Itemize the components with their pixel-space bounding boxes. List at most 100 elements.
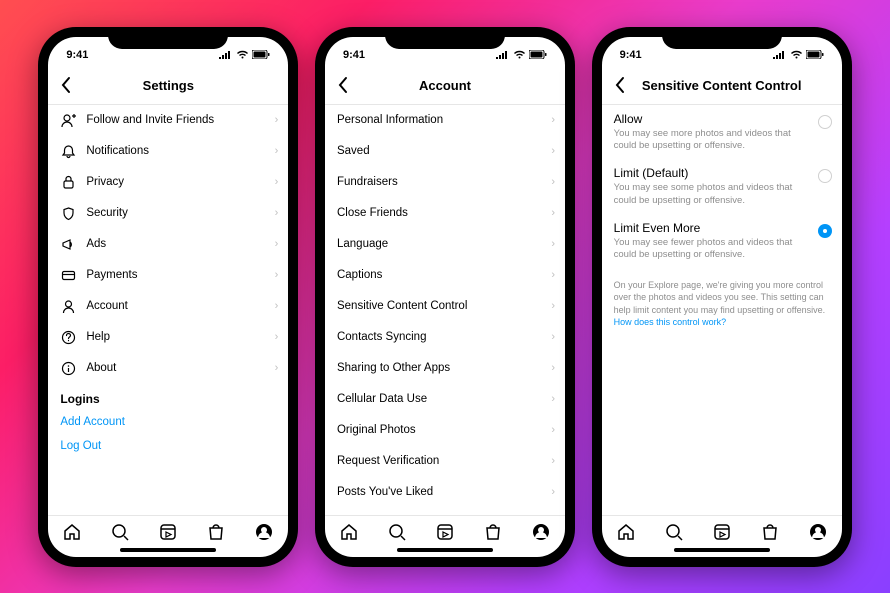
chevron-right-icon: ›	[275, 207, 279, 219]
chevron-right-icon: ›	[275, 300, 279, 312]
tab-shop[interactable]	[206, 522, 226, 542]
tab-search[interactable]	[664, 522, 684, 542]
tab-search[interactable]	[387, 522, 407, 542]
row-close-friends[interactable]: Close Friends›	[325, 198, 565, 229]
option-desc: You may see some photos and videos that …	[614, 182, 830, 207]
option-limit-more[interactable]: Limit Even More You may see fewer photos…	[602, 214, 842, 269]
row-request-verification[interactable]: Request Verification›	[325, 446, 565, 477]
signal-icon	[219, 50, 233, 59]
back-button[interactable]	[56, 72, 75, 98]
signal-icon	[773, 50, 787, 59]
explain-link[interactable]: How does this control work?	[614, 317, 727, 327]
chevron-right-icon: ›	[551, 424, 555, 436]
chevron-right-icon: ›	[551, 331, 555, 343]
notch	[385, 27, 505, 49]
home-indicator	[120, 548, 216, 552]
row-label: Follow and Invite Friends	[86, 114, 214, 126]
row-follow-invite[interactable]: Follow and Invite Friends ›	[48, 105, 288, 136]
battery-icon	[529, 50, 547, 59]
row-notifications[interactable]: Notifications ›	[48, 136, 288, 167]
chevron-right-icon: ›	[551, 176, 555, 188]
header: Sensitive Content Control	[602, 67, 842, 105]
row-captions[interactable]: Captions ›	[325, 260, 565, 291]
row-label: Cellular Data Use	[337, 393, 427, 405]
row-label: Request Verification	[337, 455, 439, 467]
row-contacts-syncing[interactable]: Contacts Syncing›	[325, 322, 565, 353]
phone-account: 9:41 Account Personal Information› Saved…	[315, 27, 575, 567]
row-sharing[interactable]: Sharing to Other Apps›	[325, 353, 565, 384]
tab-shop[interactable]	[483, 522, 503, 542]
signal-icon	[496, 50, 510, 59]
log-out-link[interactable]: Log Out	[48, 434, 288, 458]
row-payments[interactable]: Payments ›	[48, 260, 288, 291]
option-limit-default[interactable]: Limit (Default) You may see some photos …	[602, 159, 842, 214]
home-indicator	[674, 548, 770, 552]
tab-reels[interactable]	[158, 522, 178, 542]
row-label: Payments	[86, 269, 137, 281]
row-label: Security	[86, 207, 128, 219]
row-label: Saved	[337, 145, 370, 157]
radio-unselected[interactable]	[818, 169, 832, 183]
row-personal-info[interactable]: Personal Information ›	[325, 105, 565, 136]
shield-icon	[60, 206, 76, 221]
row-account[interactable]: Account ›	[48, 291, 288, 322]
chevron-right-icon: ›	[551, 393, 555, 405]
status-indicators	[773, 50, 824, 59]
back-button[interactable]	[333, 72, 352, 98]
notch	[662, 27, 782, 49]
row-label: Close Friends	[337, 207, 408, 219]
status-time: 9:41	[66, 49, 88, 61]
row-sensitive-content[interactable]: Sensitive Content Control›	[325, 291, 565, 322]
sensitive-options: Allow You may see more photos and videos…	[602, 105, 842, 515]
back-button[interactable]	[610, 72, 629, 98]
tab-home[interactable]	[616, 522, 636, 542]
megaphone-icon	[60, 237, 76, 252]
chevron-right-icon: ›	[275, 176, 279, 188]
option-desc: You may see fewer photos and videos that…	[614, 237, 830, 262]
tab-profile[interactable]	[808, 522, 828, 542]
row-help[interactable]: Help ›	[48, 322, 288, 353]
page-title: Account	[419, 78, 471, 93]
row-label: Fundraisers	[337, 176, 398, 188]
radio-selected[interactable]	[818, 224, 832, 238]
add-account-link[interactable]: Add Account	[48, 410, 288, 434]
settings-list: Follow and Invite Friends › Notification…	[48, 105, 288, 515]
header: Account	[325, 67, 565, 105]
option-allow[interactable]: Allow You may see more photos and videos…	[602, 105, 842, 160]
row-ads[interactable]: Ads ›	[48, 229, 288, 260]
status-time: 9:41	[620, 49, 642, 61]
account-list: Personal Information› Saved› Fundraisers…	[325, 105, 565, 515]
row-saved[interactable]: Saved›	[325, 136, 565, 167]
row-privacy[interactable]: Privacy ›	[48, 167, 288, 198]
tab-reels[interactable]	[435, 522, 455, 542]
radio-unselected[interactable]	[818, 115, 832, 129]
row-label: Account	[86, 300, 128, 312]
option-title: Limit Even More	[614, 221, 830, 235]
row-label: Captions	[337, 269, 382, 281]
row-language[interactable]: Language›	[325, 229, 565, 260]
status-indicators	[496, 50, 547, 59]
tab-search[interactable]	[110, 522, 130, 542]
tab-profile[interactable]	[254, 522, 274, 542]
wifi-icon	[790, 50, 803, 59]
person-icon	[60, 299, 76, 314]
option-title: Allow	[614, 112, 830, 126]
row-security[interactable]: Security ›	[48, 198, 288, 229]
row-about[interactable]: About ›	[48, 353, 288, 384]
row-cellular-data[interactable]: Cellular Data Use ›	[325, 384, 565, 415]
row-label: Posts You've Liked	[337, 486, 433, 498]
page-title: Sensitive Content Control	[642, 78, 802, 93]
tab-profile[interactable]	[531, 522, 551, 542]
tab-shop[interactable]	[760, 522, 780, 542]
bell-icon	[60, 144, 76, 159]
row-fundraisers[interactable]: Fundraisers ›	[325, 167, 565, 198]
row-label: Privacy	[86, 176, 124, 188]
row-label: Personal Information	[337, 114, 443, 126]
tab-home[interactable]	[339, 522, 359, 542]
chevron-right-icon: ›	[551, 269, 555, 281]
row-original-photos[interactable]: Original Photos›	[325, 415, 565, 446]
tab-reels[interactable]	[712, 522, 732, 542]
tab-home[interactable]	[62, 522, 82, 542]
row-posts-liked[interactable]: Posts You've Liked›	[325, 477, 565, 508]
chevron-right-icon: ›	[551, 114, 555, 126]
